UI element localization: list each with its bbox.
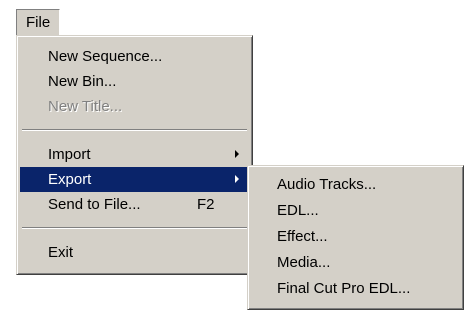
submenu-item-audio-tracks[interactable]: Audio Tracks...: [251, 172, 460, 198]
submenu-item-label: Final Cut Pro EDL...: [277, 280, 411, 297]
submenu-item-label: Audio Tracks...: [277, 176, 377, 193]
export-submenu: Audio Tracks... EDL... Effect... Media..…: [247, 165, 464, 310]
menu-item-new-sequence[interactable]: New Sequence...: [20, 44, 249, 69]
menu-file[interactable]: File: [16, 9, 60, 36]
submenu-item-label: Media...: [277, 254, 331, 271]
submenu-item-edl[interactable]: EDL...: [251, 198, 460, 224]
submenu-arrow-icon: [235, 175, 239, 183]
menu-item-label: Import: [48, 146, 91, 163]
menu-item-shortcut: F2: [197, 196, 215, 213]
menu-item-label: New Bin...: [48, 73, 117, 90]
menu-file-label: File: [26, 14, 51, 31]
menu-item-label: New Title...: [48, 98, 123, 115]
menu-item-label: New Sequence...: [48, 48, 163, 65]
menu-item-export[interactable]: Export: [20, 167, 249, 192]
file-menu-dropdown: New Sequence... New Bin... New Title... …: [16, 35, 253, 275]
submenu-item-effect[interactable]: Effect...: [251, 224, 460, 250]
submenu-arrow-icon: [235, 150, 239, 158]
menu-item-import[interactable]: Import: [20, 142, 249, 167]
menu-item-label: Send to File...: [48, 196, 141, 213]
menu-item-exit[interactable]: Exit: [20, 240, 249, 265]
submenu-item-final-cut-pro-edl[interactable]: Final Cut Pro EDL...: [251, 276, 460, 302]
menu-item-new-bin[interactable]: New Bin...: [20, 69, 249, 94]
menu-item-new-title: New Title...: [20, 94, 249, 119]
menu-item-label: Exit: [48, 244, 74, 261]
submenu-item-label: EDL...: [277, 202, 319, 219]
submenu-item-media[interactable]: Media...: [251, 250, 460, 276]
menu-separator: [22, 129, 247, 131]
menu-item-label: Export: [48, 171, 92, 188]
submenu-item-label: Effect...: [277, 228, 328, 245]
menu-separator: [22, 227, 247, 229]
menu-item-send-to-file[interactable]: Send to File... F2: [20, 192, 249, 217]
